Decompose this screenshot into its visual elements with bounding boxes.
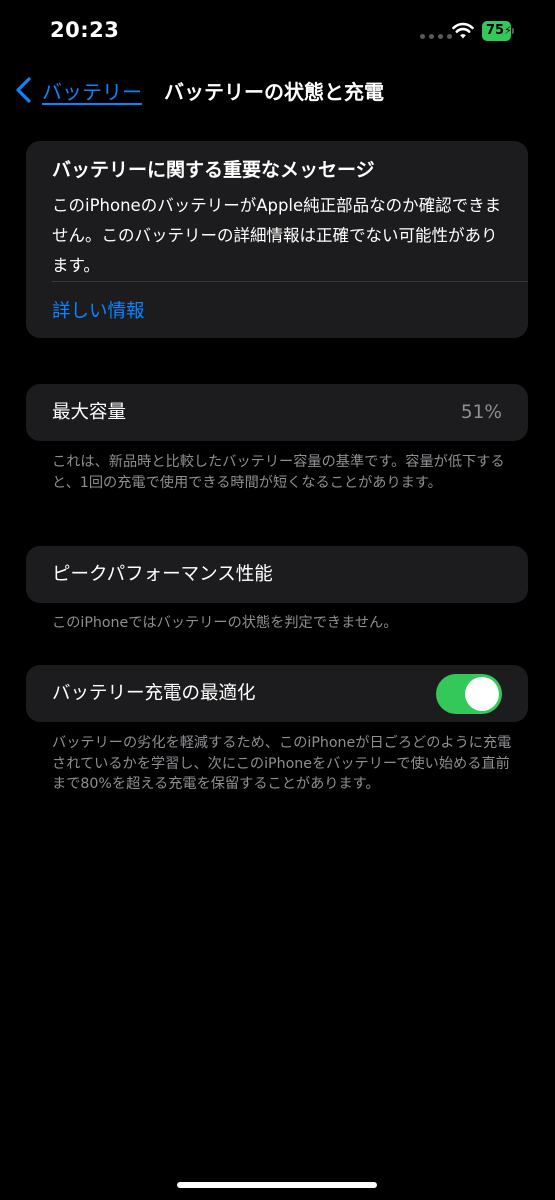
page-title: バッテリーの状態と充電 — [164, 80, 384, 104]
battery-icon: 75 ⚡ — [482, 21, 514, 41]
optimized-charging-toggle[interactable] — [436, 674, 502, 714]
max-capacity-note: これは、新品時と比較したバッテリー容量の基準です。容量が低下すると、1回の充電で… — [52, 454, 505, 491]
peak-performance-label: ピークパフォーマンス性能 — [52, 564, 273, 585]
battery-alert-card: バッテリーに関する重要なメッセージ このiPhoneのバッテリーがApple純正… — [26, 141, 528, 338]
optimized-charging-row: バッテリー充電の最適化 — [26, 665, 528, 722]
back-button[interactable]: バッテリー — [14, 74, 142, 106]
alert-title: バッテリーに関する重要なメッセージ — [52, 159, 375, 181]
wifi-icon — [452, 22, 474, 39]
optimized-charging-note: バッテリーの劣化を軽減するため、このiPhoneが日ごろどのように充電されている… — [52, 735, 512, 792]
alert-divider — [52, 281, 528, 282]
home-indicator[interactable] — [177, 1182, 377, 1188]
peak-performance-row: ピークパフォーマンス性能 — [26, 546, 528, 603]
alert-body: このiPhoneのバッテリーがApple純正部品なのか確認できません。このバッテ… — [52, 196, 502, 275]
signal-dots-icon — [420, 34, 452, 39]
max-capacity-row: 最大容量 51% — [26, 384, 528, 441]
back-chevron-icon — [16, 77, 31, 103]
back-button-label: バッテリー — [42, 79, 142, 104]
peak-performance-note: このiPhoneではバッテリーの状態を判定できません。 — [52, 615, 398, 631]
optimized-charging-label: バッテリー充電の最適化 — [52, 683, 256, 704]
learn-more-link[interactable]: 詳しい情報 — [52, 297, 145, 323]
status-time: 20:23 — [50, 18, 120, 42]
toggle-knob — [465, 677, 499, 711]
status-bar: 20:23 75 ⚡ — [0, 0, 555, 60]
max-capacity-label: 最大容量 — [52, 402, 127, 423]
navigation-bar: バッテリー バッテリーの状態と充電 — [0, 70, 555, 110]
max-capacity-value: 51% — [460, 402, 502, 423]
charging-bolt-icon: ⚡ — [504, 24, 512, 37]
